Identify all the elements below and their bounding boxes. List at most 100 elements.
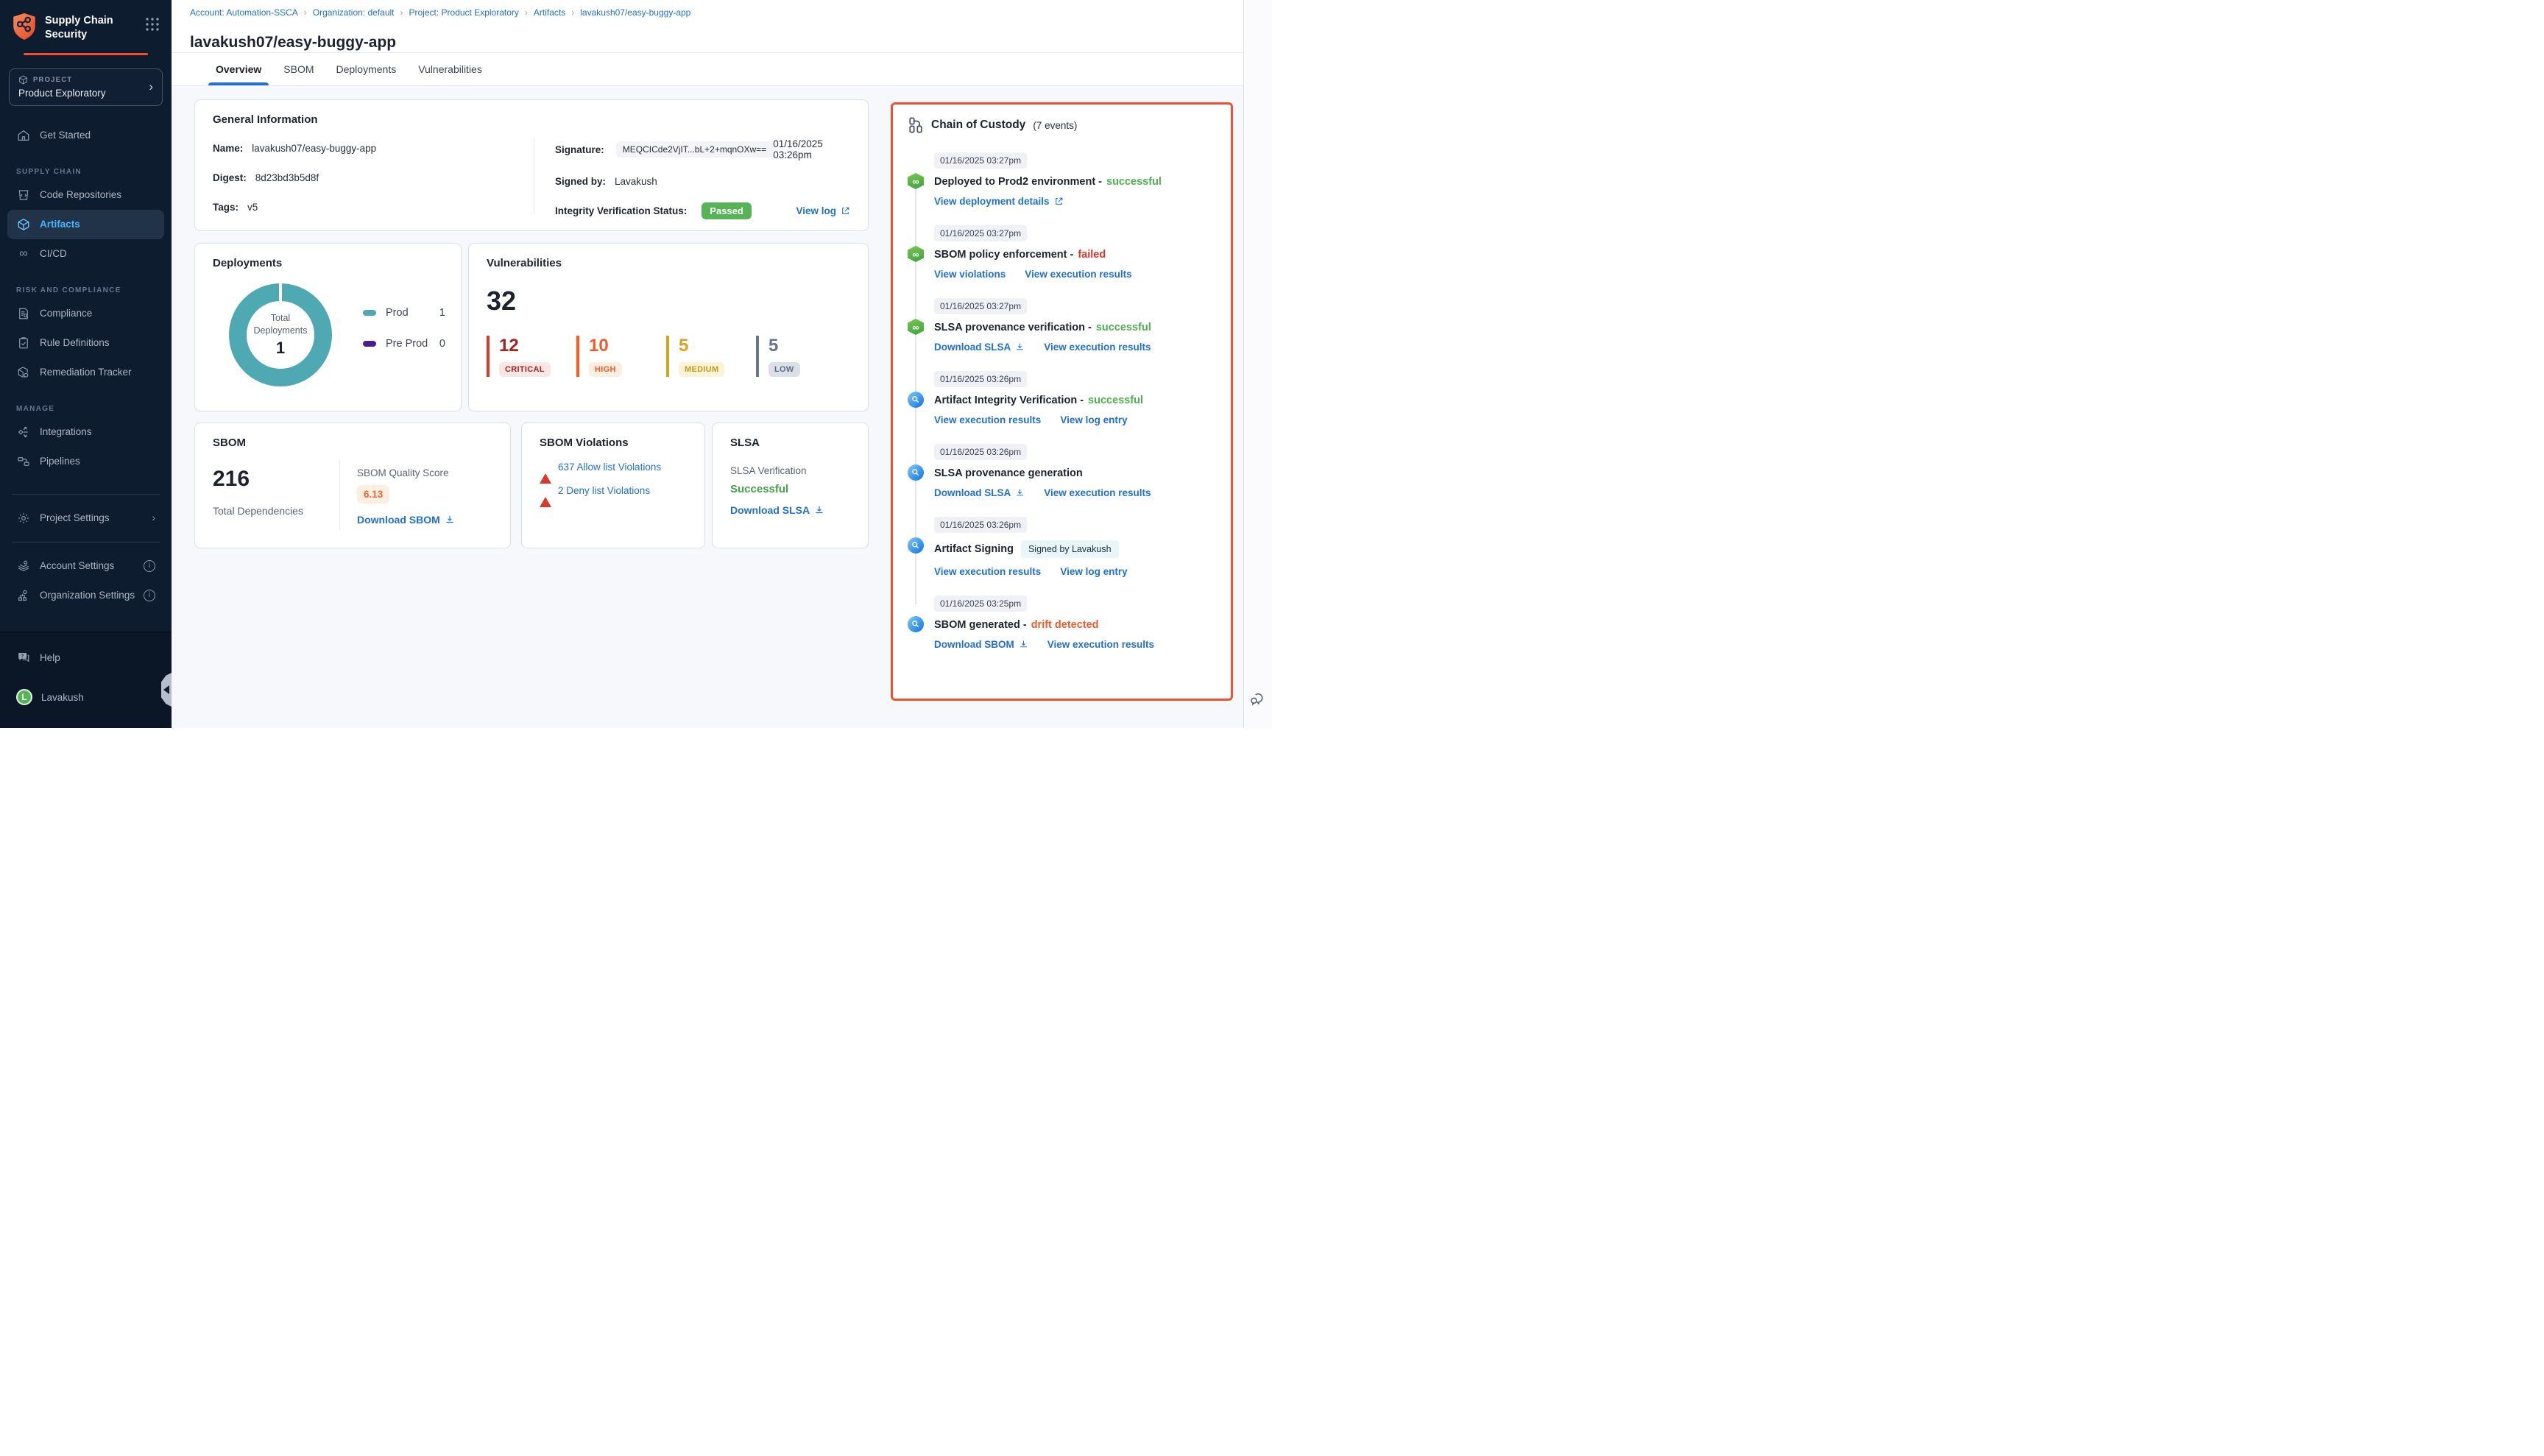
main-content: General Information Name: lavakush07/eas… (172, 85, 1243, 728)
code-repository-icon (16, 188, 31, 202)
download-slsa-link[interactable]: Download SLSA (934, 342, 1025, 353)
signed-by-label: Signed by: (555, 176, 606, 187)
sidebar-item-integrations[interactable]: Integrations (7, 417, 164, 447)
tab-deployments[interactable]: Deployments (335, 53, 398, 85)
event-timestamp: 01/16/2025 03:26pm (934, 444, 1027, 460)
breadcrumb-current[interactable]: lavakush07/easy-buggy-app (580, 7, 690, 18)
download-sbom-link[interactable]: Download SBOM (357, 514, 455, 526)
download-icon (1015, 342, 1025, 352)
project-cube-icon (18, 75, 28, 85)
section-risk-and-compliance: RISK AND COMPLIANCE (0, 286, 172, 294)
total-deployments-value: 1 (276, 339, 285, 358)
project-selector[interactable]: PROJECT Product Exploratory › (9, 68, 163, 106)
sidebar-item-code-repositories[interactable]: Code Repositories (7, 180, 164, 210)
info-icon[interactable]: i (144, 590, 155, 601)
download-icon (445, 515, 455, 525)
download-sbom-link[interactable]: Download SBOM (934, 639, 1028, 650)
tab-sbom[interactable]: SBOM (282, 53, 315, 85)
event-timestamp: 01/16/2025 03:26pm (934, 371, 1027, 387)
breadcrumb-account[interactable]: Account: Automation-SSCA (190, 7, 298, 18)
view-log-entry-link[interactable]: View log entry (1060, 566, 1127, 577)
sidebar-item-remediation-tracker[interactable]: Remediation Tracker (7, 358, 164, 387)
chevron-right-icon: › (149, 79, 153, 94)
event-sbom-generated: 01/16/2025 03:25pm SBOM generated - drif… (934, 596, 1216, 650)
chevron-right-icon: › (152, 512, 156, 523)
view-log-link[interactable]: View log (796, 205, 850, 216)
event-status: successful (1088, 395, 1143, 406)
brand-divider (24, 53, 148, 55)
general-information-card: General Information Name: lavakush07/eas… (194, 99, 869, 231)
breadcrumb-organization[interactable]: Organization: default (313, 7, 395, 18)
user-menu[interactable]: L Lavakush (7, 682, 164, 712)
cube-icon (16, 217, 31, 232)
card-title: General Information (213, 113, 850, 126)
scan-circle-icon (908, 537, 924, 554)
svg-text:?: ? (21, 654, 24, 659)
view-execution-results-link[interactable]: View execution results (934, 566, 1041, 577)
prod-swatch (363, 310, 376, 316)
sbom-card: SBOM 216 Total Dependencies SBOM Quality… (194, 423, 511, 548)
event-artifact-integrity-verification: 01/16/2025 03:26pm Artifact Integrity Ve… (934, 371, 1216, 425)
view-execution-results-link[interactable]: View execution results (1025, 269, 1131, 280)
download-icon (1019, 640, 1028, 649)
view-execution-results-link[interactable]: View execution results (934, 414, 1041, 425)
sidebar-item-organization-settings[interactable]: Organization Settings i (7, 581, 164, 610)
event-slsa-provenance-generation: 01/16/2025 03:26pm SLSA provenance gener… (934, 444, 1216, 498)
event-deployed-prod2: 01/16/2025 03:27pm ∞ Deployed to Prod2 e… (934, 152, 1216, 207)
deployments-donut-chart: Total Deployments 1 (229, 283, 332, 386)
download-icon (1015, 488, 1025, 498)
card-title: SBOM Violations (540, 437, 687, 449)
view-deployment-details-link[interactable]: View deployment details (934, 196, 1064, 207)
sidebar-item-account-settings[interactable]: Account Settings i (7, 551, 164, 581)
legend-item-prod: Prod 1 (363, 307, 445, 319)
event-timestamp: 01/16/2025 03:26pm (934, 517, 1027, 533)
info-icon[interactable]: i (144, 560, 155, 572)
clipboard-check-icon (16, 336, 31, 350)
event-timestamp: 01/16/2025 03:27pm (934, 298, 1027, 314)
severity-high: 10 HIGH (576, 336, 666, 377)
scan-circle-icon (908, 464, 924, 481)
workflow-hierarchy-icon (908, 117, 924, 133)
event-status: drift detected (1031, 619, 1099, 631)
view-execution-results-link[interactable]: View execution results (1044, 487, 1151, 498)
view-execution-results-link[interactable]: View execution results (1047, 639, 1154, 650)
breadcrumb-project[interactable]: Project: Product Exploratory (409, 7, 519, 18)
avatar: L (16, 689, 32, 705)
allow-list-violations-row: ! 637 Allow list Violations (540, 462, 687, 473)
sidebar-item-cicd[interactable]: ∞ CI/CD (7, 239, 164, 269)
event-status: successful (1106, 176, 1162, 188)
gear-icon (16, 511, 31, 526)
artifact-name: lavakush07/easy-buggy-app (252, 143, 376, 154)
topbar: Account: Automation-SSCA › Organization:… (172, 0, 1243, 85)
page-title: lavakush07/easy-buggy-app (172, 28, 1243, 52)
sidebar-divider (12, 542, 160, 543)
allow-list-violations-link[interactable]: 637 Allow list Violations (558, 462, 661, 473)
download-slsa-link[interactable]: Download SLSA (730, 504, 824, 516)
event-status: failed (1078, 249, 1106, 261)
sidebar-item-get-started[interactable]: Get Started (7, 121, 164, 150)
tab-vulnerabilities[interactable]: Vulnerabilities (417, 53, 484, 85)
download-slsa-link[interactable]: Download SLSA (934, 487, 1025, 498)
sidebar-item-compliance[interactable]: Compliance (7, 299, 164, 328)
sidebar-item-artifacts[interactable]: Artifacts (7, 210, 164, 239)
tab-overview[interactable]: Overview (214, 53, 263, 85)
view-log-entry-link[interactable]: View log entry (1060, 414, 1127, 425)
view-execution-results-link[interactable]: View execution results (1044, 342, 1151, 353)
sidebar-item-project-settings[interactable]: Project Settings › (7, 503, 164, 533)
view-violations-link[interactable]: View violations (934, 269, 1006, 280)
project-name: Product Exploratory (18, 88, 153, 99)
signature-value[interactable]: MEQCICde2VjIT...bL+2+mqnOXw== (616, 141, 773, 158)
sidebar-item-help[interactable]: ? Help (7, 643, 164, 672)
sidebar-item-pipelines[interactable]: Pipelines (7, 447, 164, 476)
module-grid-icon[interactable] (145, 13, 160, 32)
section-manage: MANAGE (0, 405, 172, 413)
severity-low: 5 LOW (756, 336, 846, 377)
sidebar-item-rule-definitions[interactable]: Rule Definitions (7, 328, 164, 358)
support-chat-icon[interactable] (1249, 690, 1265, 707)
pipelines-icon (16, 454, 31, 469)
artifact-digest: 8d23bd3b5d8f (255, 172, 319, 183)
signed-by-badge: Signed by Lavakush (1021, 540, 1119, 558)
breadcrumb-artifacts[interactable]: Artifacts (534, 7, 565, 18)
deny-list-violations-link[interactable]: 2 Deny list Violations (558, 485, 650, 496)
signature-timestamp: 01/16/2025 03:26pm (773, 138, 850, 160)
